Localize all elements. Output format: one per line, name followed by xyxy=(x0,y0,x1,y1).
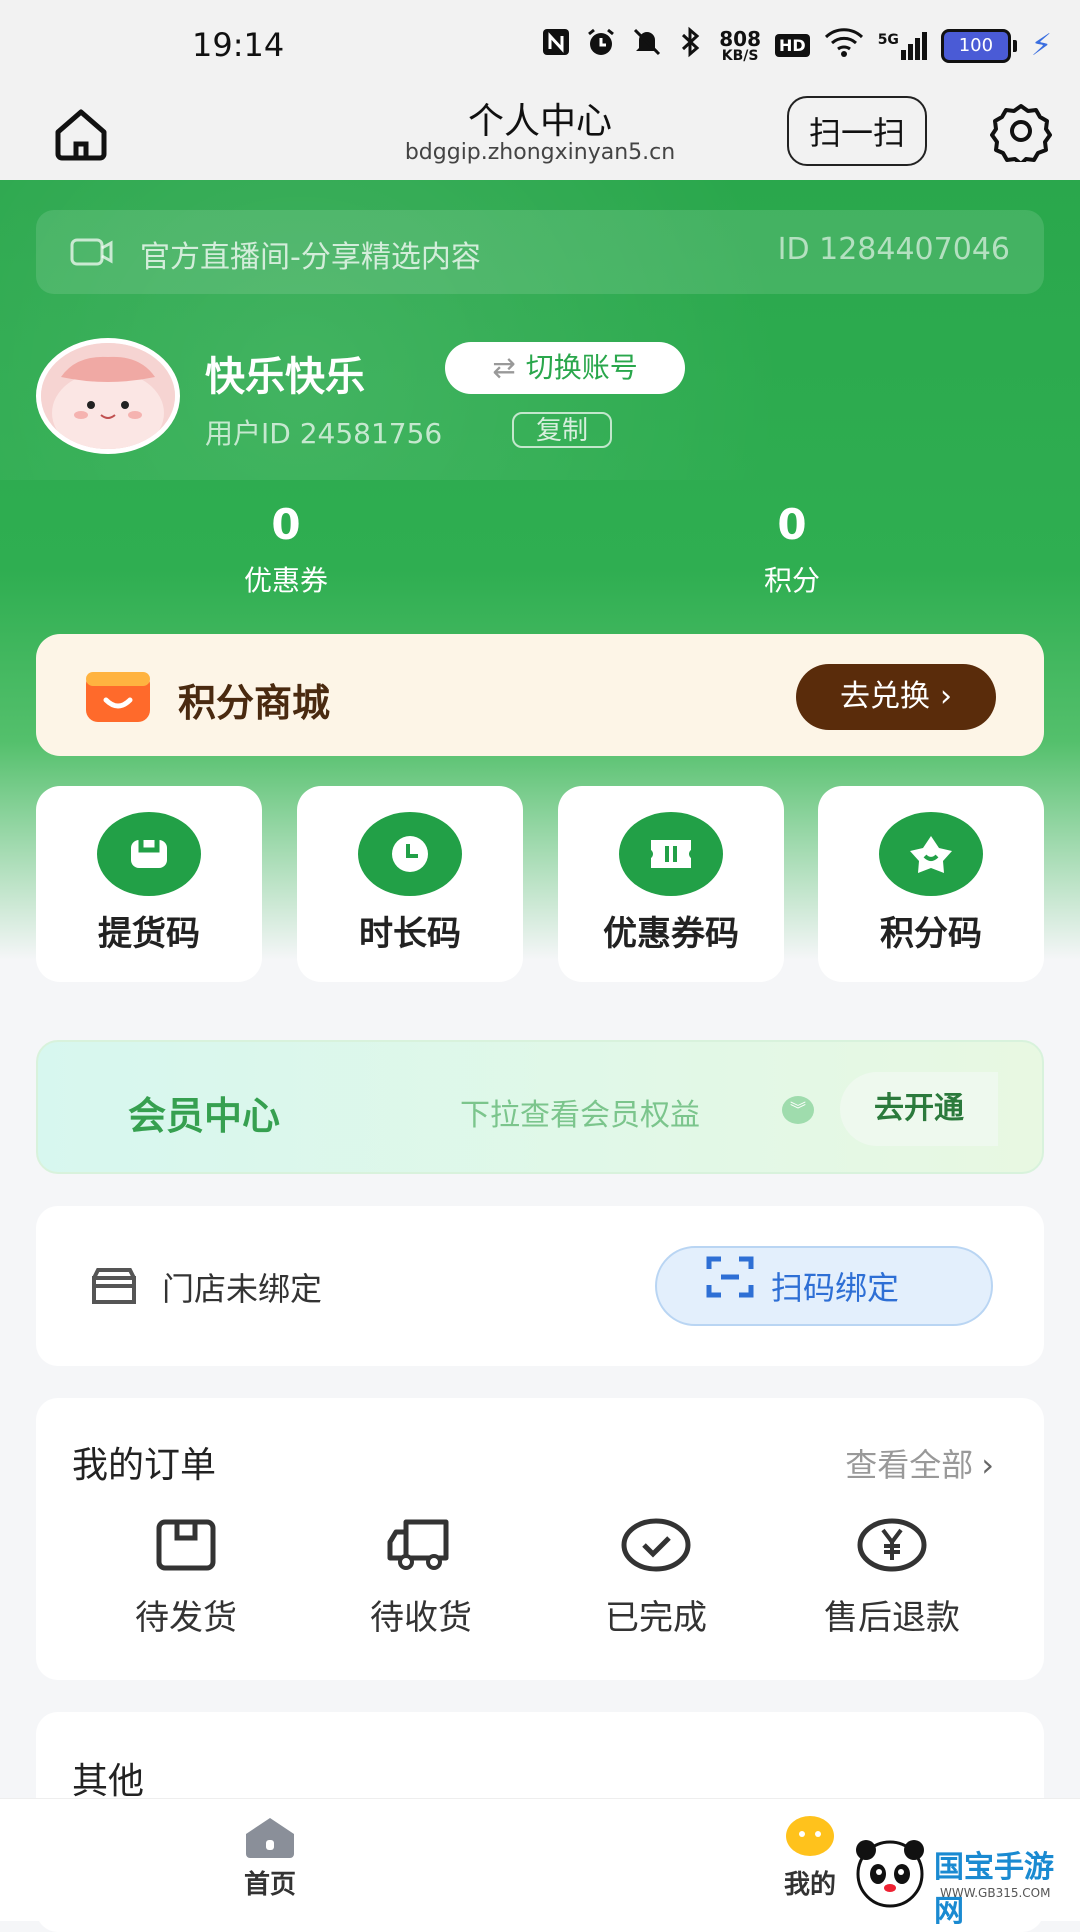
coupon-code-card[interactable]: 优惠券码 xyxy=(558,786,784,982)
store-status: 门店未绑定 xyxy=(162,1270,323,1308)
order-refund[interactable]: 售后退款 xyxy=(792,1518,992,1639)
coupon-label: 优惠券 xyxy=(243,564,328,597)
member-center-title: 会员中心 xyxy=(128,1094,281,1138)
order-completed-label: 已完成 xyxy=(605,1598,707,1638)
order-refund-label: 售后退款 xyxy=(824,1598,960,1638)
order-pending-receipt[interactable]: 待收货 xyxy=(321,1518,521,1639)
alarm-icon xyxy=(585,26,617,65)
switch-account-button[interactable]: ⇄ 切换账号 xyxy=(445,342,685,394)
view-all-orders-link[interactable]: 查看全部 › xyxy=(845,1440,994,1486)
user-id: 用户ID 24581756 xyxy=(205,417,443,450)
status-icons: 808 KB/S HD 5G 100 ⚡ xyxy=(541,26,1052,65)
tab-home[interactable]: 首页 xyxy=(220,1814,320,1901)
clock-icon xyxy=(358,812,462,896)
scan-frame-icon xyxy=(705,1250,755,1326)
points-label: 积分 xyxy=(763,564,820,597)
charging-icon: ⚡ xyxy=(1030,28,1052,63)
bag-icon xyxy=(97,812,201,896)
live-room-text: 官方直播间-分享精选内容 xyxy=(140,240,481,275)
scan-bind-button[interactable]: 扫码绑定 xyxy=(655,1246,993,1326)
star-icon xyxy=(879,812,983,896)
chevron-right-icon: › xyxy=(940,679,952,714)
pickup-code-card[interactable]: 提货码 xyxy=(36,786,262,982)
points-code-label: 积分码 xyxy=(880,914,982,954)
tab-mine-label: 我的 xyxy=(783,1870,836,1900)
avatar[interactable] xyxy=(36,338,180,454)
live-room-id: ID 1284407046 xyxy=(777,232,1010,267)
shop-bag-icon xyxy=(84,668,152,724)
points-mall-title: 积分商城 xyxy=(178,681,331,725)
settings-button[interactable] xyxy=(990,100,1052,166)
box-icon xyxy=(156,1519,216,1571)
watermark-url: WWW.GB315.COM xyxy=(940,1886,1051,1900)
bluetooth-icon xyxy=(677,26,705,65)
gear-icon xyxy=(990,104,1052,166)
hd-badge: HD xyxy=(775,34,810,57)
store-icon xyxy=(90,1266,138,1310)
swap-icon: ⇄ xyxy=(492,351,516,384)
points-stat[interactable]: 0 积分 xyxy=(692,500,892,599)
my-orders-title: 我的订单 xyxy=(72,1445,217,1486)
pickup-code-label: 提货码 xyxy=(98,914,200,954)
wifi-icon xyxy=(824,27,864,64)
chevron-down-icon[interactable]: ︾ xyxy=(782,1096,814,1124)
points-count: 0 xyxy=(777,500,807,549)
nfc-icon xyxy=(541,27,571,64)
net-speed: 808 KB/S xyxy=(719,26,762,64)
order-pending-receipt-label: 待收货 xyxy=(370,1598,472,1638)
tab-home-label: 首页 xyxy=(243,1870,296,1900)
home-tab-icon xyxy=(246,1818,294,1858)
truck-icon xyxy=(387,1519,449,1570)
copy-button[interactable]: 复制 xyxy=(512,412,612,448)
watermark: 国宝手游网 WWW.GB315.COM xyxy=(846,1826,1080,1929)
activate-membership-button[interactable]: 去开通 xyxy=(840,1072,998,1146)
check-icon xyxy=(621,1518,691,1572)
coupon-stat[interactable]: 0 优惠券 xyxy=(186,500,386,599)
smile-face-icon xyxy=(786,1816,834,1856)
other-section-title: 其他 xyxy=(72,1761,145,1802)
status-time: 19:14 xyxy=(192,26,285,64)
scan-button[interactable]: 扫一扫 xyxy=(787,96,927,166)
duration-code-label: 时长码 xyxy=(359,914,461,954)
ticket-icon xyxy=(619,812,723,896)
battery-icon: 100 xyxy=(940,28,1017,63)
yen-icon xyxy=(857,1518,927,1572)
order-pending-shipment-label: 待发货 xyxy=(135,1598,237,1638)
order-pending-shipment[interactable]: 待发货 xyxy=(86,1518,286,1639)
signal-icon: 5G xyxy=(878,31,927,60)
member-center-hint: 下拉查看会员权益 xyxy=(460,1098,700,1133)
coupon-code-label: 优惠券码 xyxy=(603,914,739,954)
tab-mine[interactable]: 我的 xyxy=(760,1814,860,1901)
username: 快乐快乐 xyxy=(205,354,365,400)
video-camera-icon xyxy=(70,235,114,273)
chevron-right-icon: › xyxy=(981,1446,994,1484)
points-code-card[interactable]: 积分码 xyxy=(818,786,1044,982)
redeem-button[interactable]: 去兑换 › xyxy=(796,664,996,730)
mute-icon xyxy=(631,26,663,65)
panda-logo-icon xyxy=(856,1840,924,1908)
coupon-count: 0 xyxy=(271,500,301,549)
duration-code-card[interactable]: 时长码 xyxy=(297,786,523,982)
order-completed[interactable]: 已完成 xyxy=(556,1518,756,1639)
